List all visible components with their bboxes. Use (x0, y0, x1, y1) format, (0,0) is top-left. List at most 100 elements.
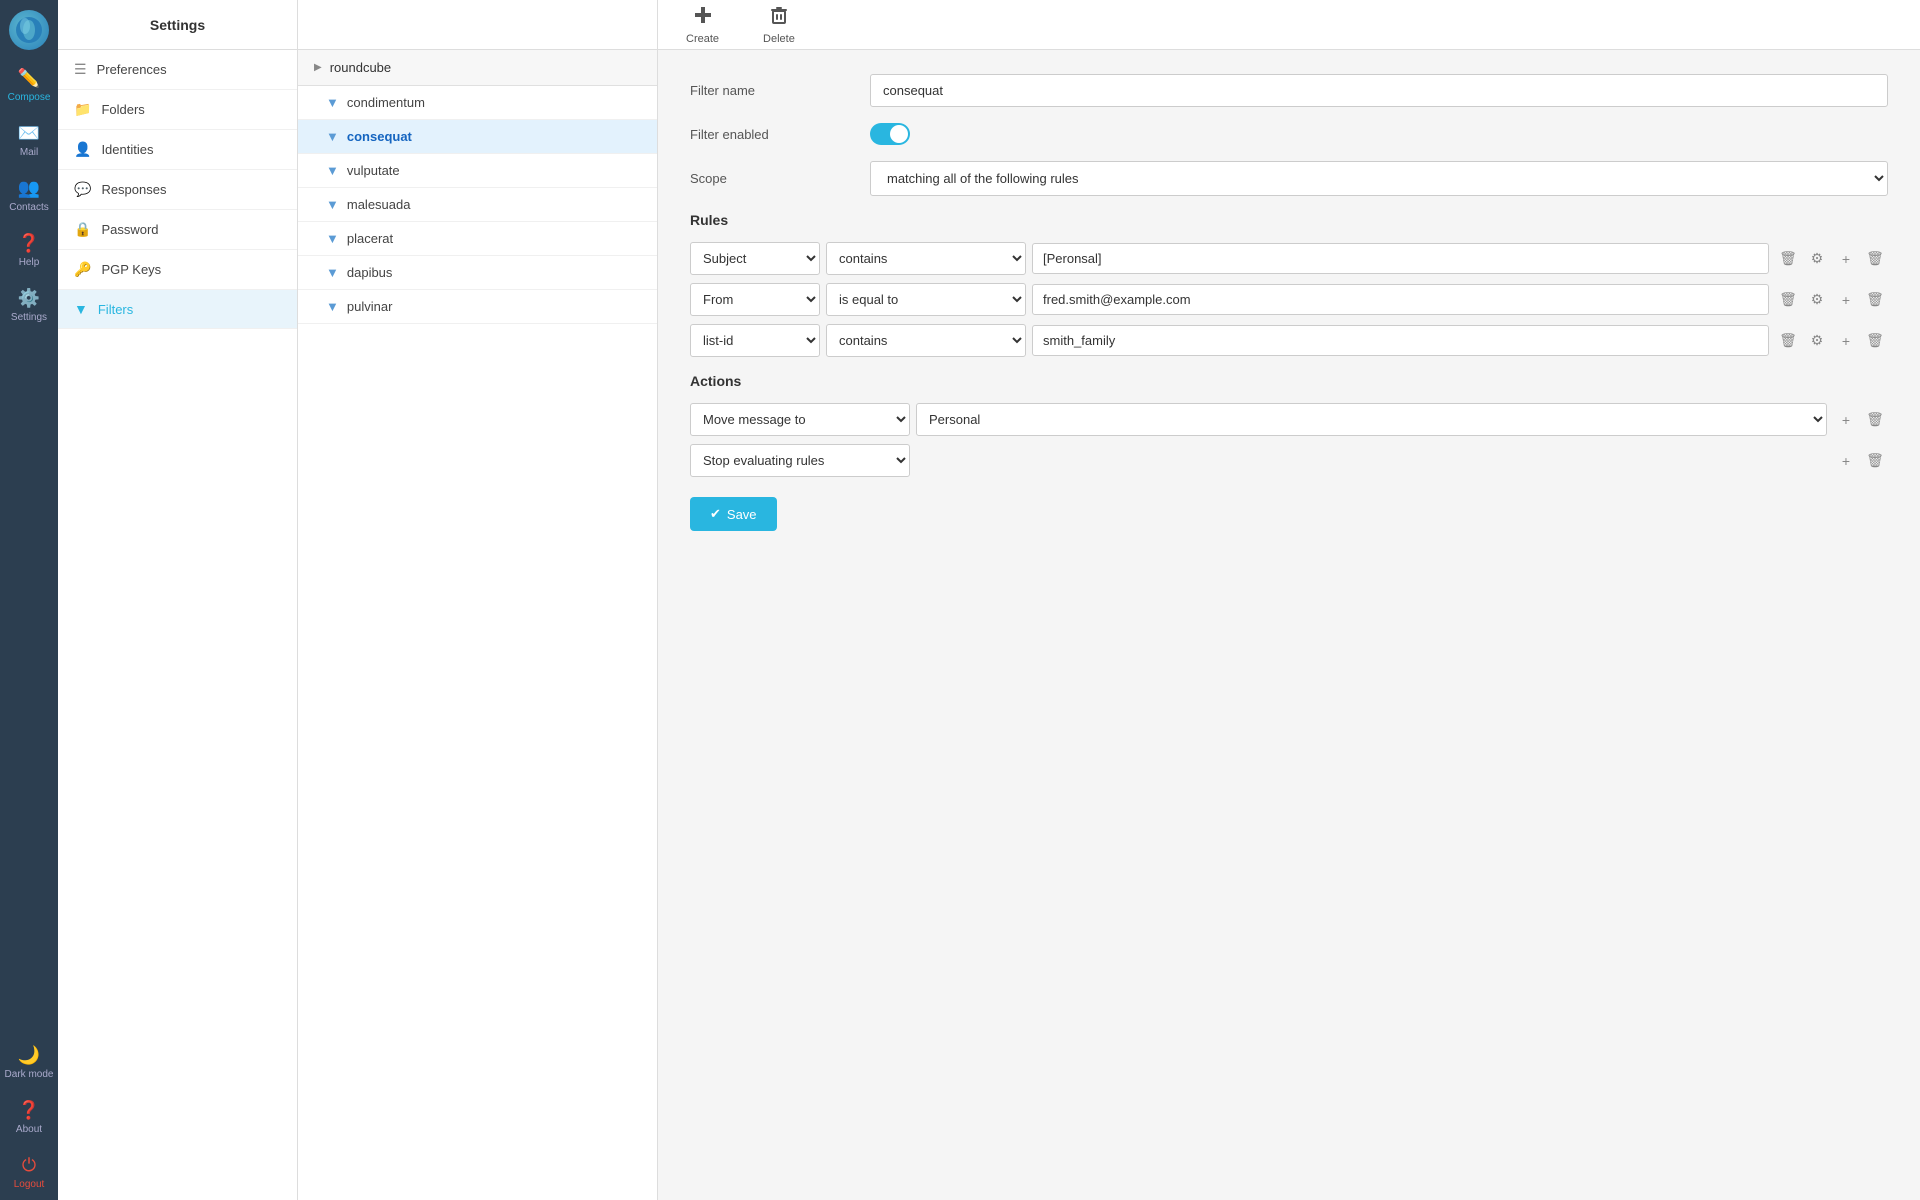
scope-label: Scope (690, 171, 870, 186)
dark-mode-icon: 🌙 (18, 1045, 40, 1066)
settings-title: Settings (150, 17, 205, 33)
settings-menu-item-folders[interactable]: 📁 Folders (58, 90, 297, 130)
responses-label: Responses (101, 182, 166, 197)
settings-menu-item-password[interactable]: 🔒 Password (58, 210, 297, 250)
rule-3-add-button[interactable]: + (1833, 328, 1859, 354)
save-button[interactable]: ✔ Save (690, 497, 777, 531)
nav-item-settings[interactable]: ⚙️ Settings (0, 278, 58, 333)
filters-panel: ▶ roundcube ▼ condimentum ▼ consequat ▼ … (298, 0, 658, 1200)
rule-1-delete2-button[interactable]: 🗑 (1862, 246, 1888, 272)
rule-2-add-button[interactable]: + (1833, 287, 1859, 313)
rule-1-op-select[interactable]: contains is equal to starts with ends wi… (826, 242, 1026, 275)
settings-icon: ⚙️ (18, 288, 40, 309)
action-row-1: Move message to Copy message to Mark as … (690, 403, 1888, 436)
delete-button[interactable]: Delete (751, 0, 807, 51)
filter-group-label: roundcube (330, 60, 391, 75)
nav-label-compose: Compose (8, 92, 51, 103)
logout-icon: ⏻ (22, 1155, 36, 1176)
filter-label-dapibus: dapibus (347, 265, 393, 280)
pgp-keys-label: PGP Keys (101, 262, 161, 277)
rule-3-actions: 🗑 ⚙ + 🗑 (1775, 328, 1888, 354)
nav-item-contacts[interactable]: 👥 Contacts (0, 168, 58, 223)
filter-name-control (870, 74, 1888, 107)
filter-item-placerat[interactable]: ▼ placerat (298, 222, 657, 256)
rule-2-op-select[interactable]: contains is equal to starts with ends wi… (826, 283, 1026, 316)
action-row-2: Move message to Copy message to Mark as … (690, 444, 1888, 477)
filter-name-input[interactable] (870, 74, 1888, 107)
filter-item-malesuada[interactable]: ▼ malesuada (298, 188, 657, 222)
rule-1-settings-button[interactable]: ⚙ (1804, 246, 1830, 272)
rule-3-value-input[interactable] (1032, 325, 1769, 356)
nav-label-contacts: Contacts (9, 202, 48, 213)
action-2-add-button[interactable]: + (1833, 448, 1859, 474)
filter-group-roundcube[interactable]: ▶ roundcube (298, 50, 657, 86)
action-2-type-select[interactable]: Move message to Copy message to Mark as … (690, 444, 910, 477)
filter-funnel-icon-4: ▼ (326, 197, 339, 212)
checkmark-icon: ✔ (710, 506, 721, 522)
filter-name-label: Filter name (690, 83, 870, 98)
save-label: Save (727, 507, 757, 522)
action-1-value-select[interactable]: Personal Inbox Drafts Sent Trash (916, 403, 1827, 436)
toolbar: Create Delete (658, 0, 1920, 50)
nav-item-logout[interactable]: ⏻ Logout (0, 1145, 58, 1200)
nav-label-logout: Logout (14, 1179, 45, 1190)
settings-menu-item-pgp-keys[interactable]: 🔑 PGP Keys (58, 250, 297, 290)
rule-3-delete-button[interactable]: 🗑 (1775, 328, 1801, 354)
filter-editor: Filter name Filter enabled Scope matchin… (658, 50, 1920, 1200)
filter-item-vulputate[interactable]: ▼ vulputate (298, 154, 657, 188)
filter-item-condimentum[interactable]: ▼ condimentum (298, 86, 657, 120)
rule-1-field-select[interactable]: Subject From To Cc list-id size (690, 242, 820, 275)
settings-menu-item-responses[interactable]: 💬 Responses (58, 170, 297, 210)
action-1-type-select[interactable]: Move message to Copy message to Mark as … (690, 403, 910, 436)
rule-3-op-select[interactable]: contains is equal to starts with ends wi… (826, 324, 1026, 357)
filter-item-consequat[interactable]: ▼ consequat (298, 120, 657, 154)
rule-3-delete2-button[interactable]: 🗑 (1862, 328, 1888, 354)
settings-menu-item-preferences[interactable]: ☰ Preferences (58, 50, 297, 90)
rule-2-value-input[interactable] (1032, 284, 1769, 315)
create-button[interactable]: Create (674, 0, 731, 51)
rule-3-field-select[interactable]: Subject From To Cc list-id size (690, 324, 820, 357)
rule-row-3: Subject From To Cc list-id size contains… (690, 324, 1888, 357)
scope-select[interactable]: matching all of the following rules matc… (870, 161, 1888, 196)
settings-menu-item-filters[interactable]: ▼ Filters (58, 290, 297, 329)
filter-item-pulvinar[interactable]: ▼ pulvinar (298, 290, 657, 324)
rule-1-add-button[interactable]: + (1833, 246, 1859, 272)
nav-item-help[interactable]: ❓ Help (0, 223, 58, 278)
scope-control: matching all of the following rules matc… (870, 161, 1888, 196)
scope-row: Scope matching all of the following rule… (690, 161, 1888, 196)
preferences-icon: ☰ (74, 61, 87, 78)
filter-enabled-label: Filter enabled (690, 127, 870, 142)
rule-2-field-select[interactable]: Subject From To Cc list-id size (690, 283, 820, 316)
rule-1-delete-button[interactable]: 🗑 (1775, 246, 1801, 272)
filter-enabled-toggle[interactable] (870, 123, 910, 145)
folders-label: Folders (101, 102, 144, 117)
filter-funnel-icon-2: ▼ (326, 129, 339, 144)
rule-2-delete2-button[interactable]: 🗑 (1862, 287, 1888, 313)
filter-label-consequat: consequat (347, 129, 412, 144)
mail-icon: ✉️ (18, 123, 40, 144)
filter-funnel-icon-7: ▼ (326, 299, 339, 314)
rule-2-delete-button[interactable]: 🗑 (1775, 287, 1801, 313)
nav-label-dark-mode: Dark mode (5, 1069, 54, 1080)
nav-item-dark-mode[interactable]: 🌙 Dark mode (0, 1035, 58, 1090)
rules-section-title: Rules (690, 212, 1888, 228)
action-2-delete-button[interactable]: 🗑 (1862, 448, 1888, 474)
nav-item-compose[interactable]: ✏️ Compose (0, 58, 58, 113)
filter-item-dapibus[interactable]: ▼ dapibus (298, 256, 657, 290)
filter-enabled-control (870, 123, 1888, 145)
action-1-delete-button[interactable]: 🗑 (1862, 407, 1888, 433)
filter-funnel-icon: ▼ (326, 95, 339, 110)
rule-3-settings-button[interactable]: ⚙ (1804, 328, 1830, 354)
settings-menu-item-identities[interactable]: 👤 Identities (58, 130, 297, 170)
rule-1-value-input[interactable] (1032, 243, 1769, 274)
nav-item-mail[interactable]: ✉️ Mail (0, 113, 58, 168)
action-1-add-button[interactable]: + (1833, 407, 1859, 433)
chevron-right-icon: ▶ (314, 62, 322, 73)
settings-menu: ☰ Preferences 📁 Folders 👤 Identities 💬 R… (58, 50, 297, 329)
filter-label-malesuada: malesuada (347, 197, 411, 212)
filter-enabled-row: Filter enabled (690, 123, 1888, 145)
folders-icon: 📁 (74, 101, 91, 118)
rule-2-settings-button[interactable]: ⚙ (1804, 287, 1830, 313)
filter-funnel-icon-3: ▼ (326, 163, 339, 178)
nav-item-about[interactable]: ❓ About (0, 1090, 58, 1145)
